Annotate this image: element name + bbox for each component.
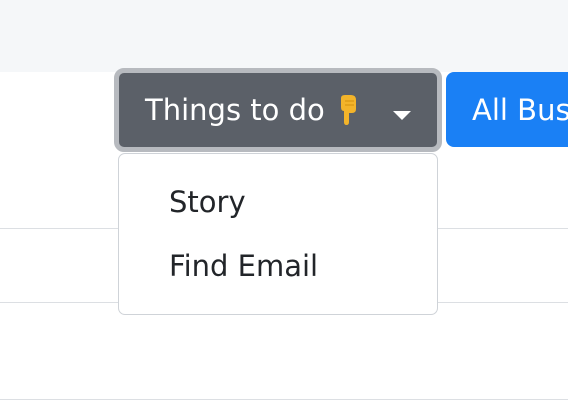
top-band xyxy=(0,0,568,72)
all-business-label: All Bus xyxy=(472,92,568,127)
all-business-button[interactable]: All Bus xyxy=(446,72,568,147)
things-to-do-label: Things to do xyxy=(145,92,325,127)
dropdown-item-find-email[interactable]: Find Email xyxy=(119,234,437,298)
caret-down-icon xyxy=(393,111,411,120)
dropdown-item-story[interactable]: Story xyxy=(119,170,437,234)
divider-line xyxy=(0,399,568,400)
things-to-do-dropdown-button[interactable]: Things to do xyxy=(114,68,442,152)
pointing-down-hand-icon xyxy=(337,95,359,125)
things-to-do-dropdown-menu: Story Find Email xyxy=(118,153,438,315)
